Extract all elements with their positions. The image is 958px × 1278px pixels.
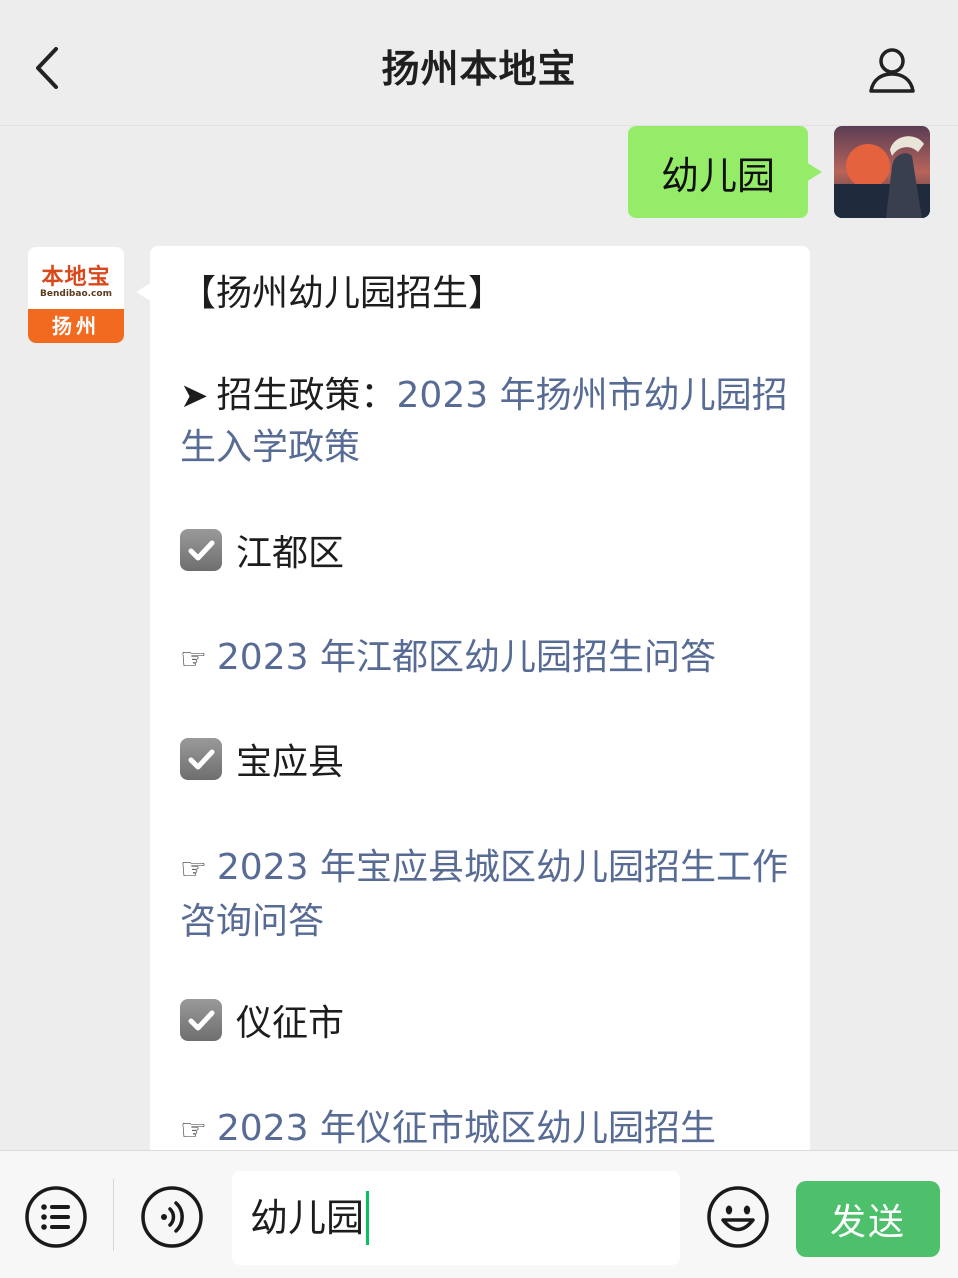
district-link-line-yizheng: ☞ 2023 年仪征市城区幼儿园招生 [180,1103,790,1157]
received-message-bubble: 【扬州幼儿园招生】 ➤ 招生政策：2023 年扬州市幼儿园招生入学政策 江都区 ☞… [136,246,810,1206]
send-button[interactable]: 发送 [796,1181,940,1257]
district-heading-baoying: 宝应县 [180,737,790,789]
profile-button[interactable] [862,40,922,100]
pointing-hand-icon: ☞ [180,852,207,887]
bot-avatar-domain: Bendibao.com [40,289,112,299]
district-link[interactable]: 2023 年仪征市城区幼儿园招生 [217,1108,716,1149]
pointing-hand-icon: ☞ [180,1113,207,1148]
checkbox-icon [180,999,222,1041]
arrow-right-icon: ➤ [180,376,209,416]
send-button-label: 发送 [829,1202,906,1243]
voice-icon [141,1186,203,1248]
user-avatar[interactable] [834,126,930,218]
district-link-line-baoying: ☞ 2023 年宝应县城区幼儿园招生工作咨询问答 [180,842,790,948]
voice-button[interactable] [140,1185,204,1249]
bot-avatar-top: 本地宝 Bendibao.com [28,247,124,309]
user-avatar-image [834,126,930,218]
emoji-button[interactable] [706,1185,770,1249]
bot-avatar-city: 扬州 [28,309,124,343]
policy-prefix: 招生政策： [216,375,397,416]
district-link-line-jiangdu: ☞ 2023 年江都区幼儿园招生问答 [180,632,790,686]
message-input-value: 幼儿园 [250,1196,365,1240]
checkbox-icon [180,529,222,571]
chat-title: 扬州本地宝 [381,47,577,91]
district-heading-yizheng: 仪征市 [180,998,790,1050]
checkbox-icon [180,738,222,780]
sent-message-bubble[interactable]: 幼儿园 [628,126,822,218]
input-bar: 幼儿园 发送 [0,1150,958,1278]
district-heading-jiangdu: 江都区 [180,528,790,580]
pointing-hand-icon: ☞ [180,642,207,677]
district-label: 宝应县 [236,742,345,783]
menu-button[interactable] [24,1185,88,1249]
sent-message-row: 幼儿园 [0,126,958,226]
policy-line: ➤ 招生政策：2023 年扬州市幼儿园招生入学政策 [180,370,790,474]
emoji-icon [707,1186,769,1248]
district-label: 仪征市 [236,1003,345,1044]
chat-screen: 扬州本地宝 幼儿园 本地宝 Bendibao.com 扬州 【扬州幼儿园招生】 … [0,0,958,1278]
reply-title: 【扬州幼儿园招生】 [180,273,505,314]
sent-message-text: 幼儿园 [660,153,775,198]
district-link[interactable]: 2023 年江都区幼儿园招生问答 [217,637,716,678]
person-icon [869,48,915,93]
district-label: 江都区 [236,533,345,574]
bot-avatar-brand: 本地宝 [41,265,111,290]
bot-avatar[interactable]: 本地宝 Bendibao.com 扬州 [28,247,124,343]
input-bar-divider [113,1179,114,1251]
text-caret [366,1191,370,1245]
menu-list-icon [25,1186,87,1248]
message-input[interactable]: 幼儿园 [232,1171,680,1265]
district-link[interactable]: 2023 年宝应县城区幼儿园招生工作咨询问答 [180,847,788,942]
chat-header: 扬州本地宝 [0,0,958,126]
